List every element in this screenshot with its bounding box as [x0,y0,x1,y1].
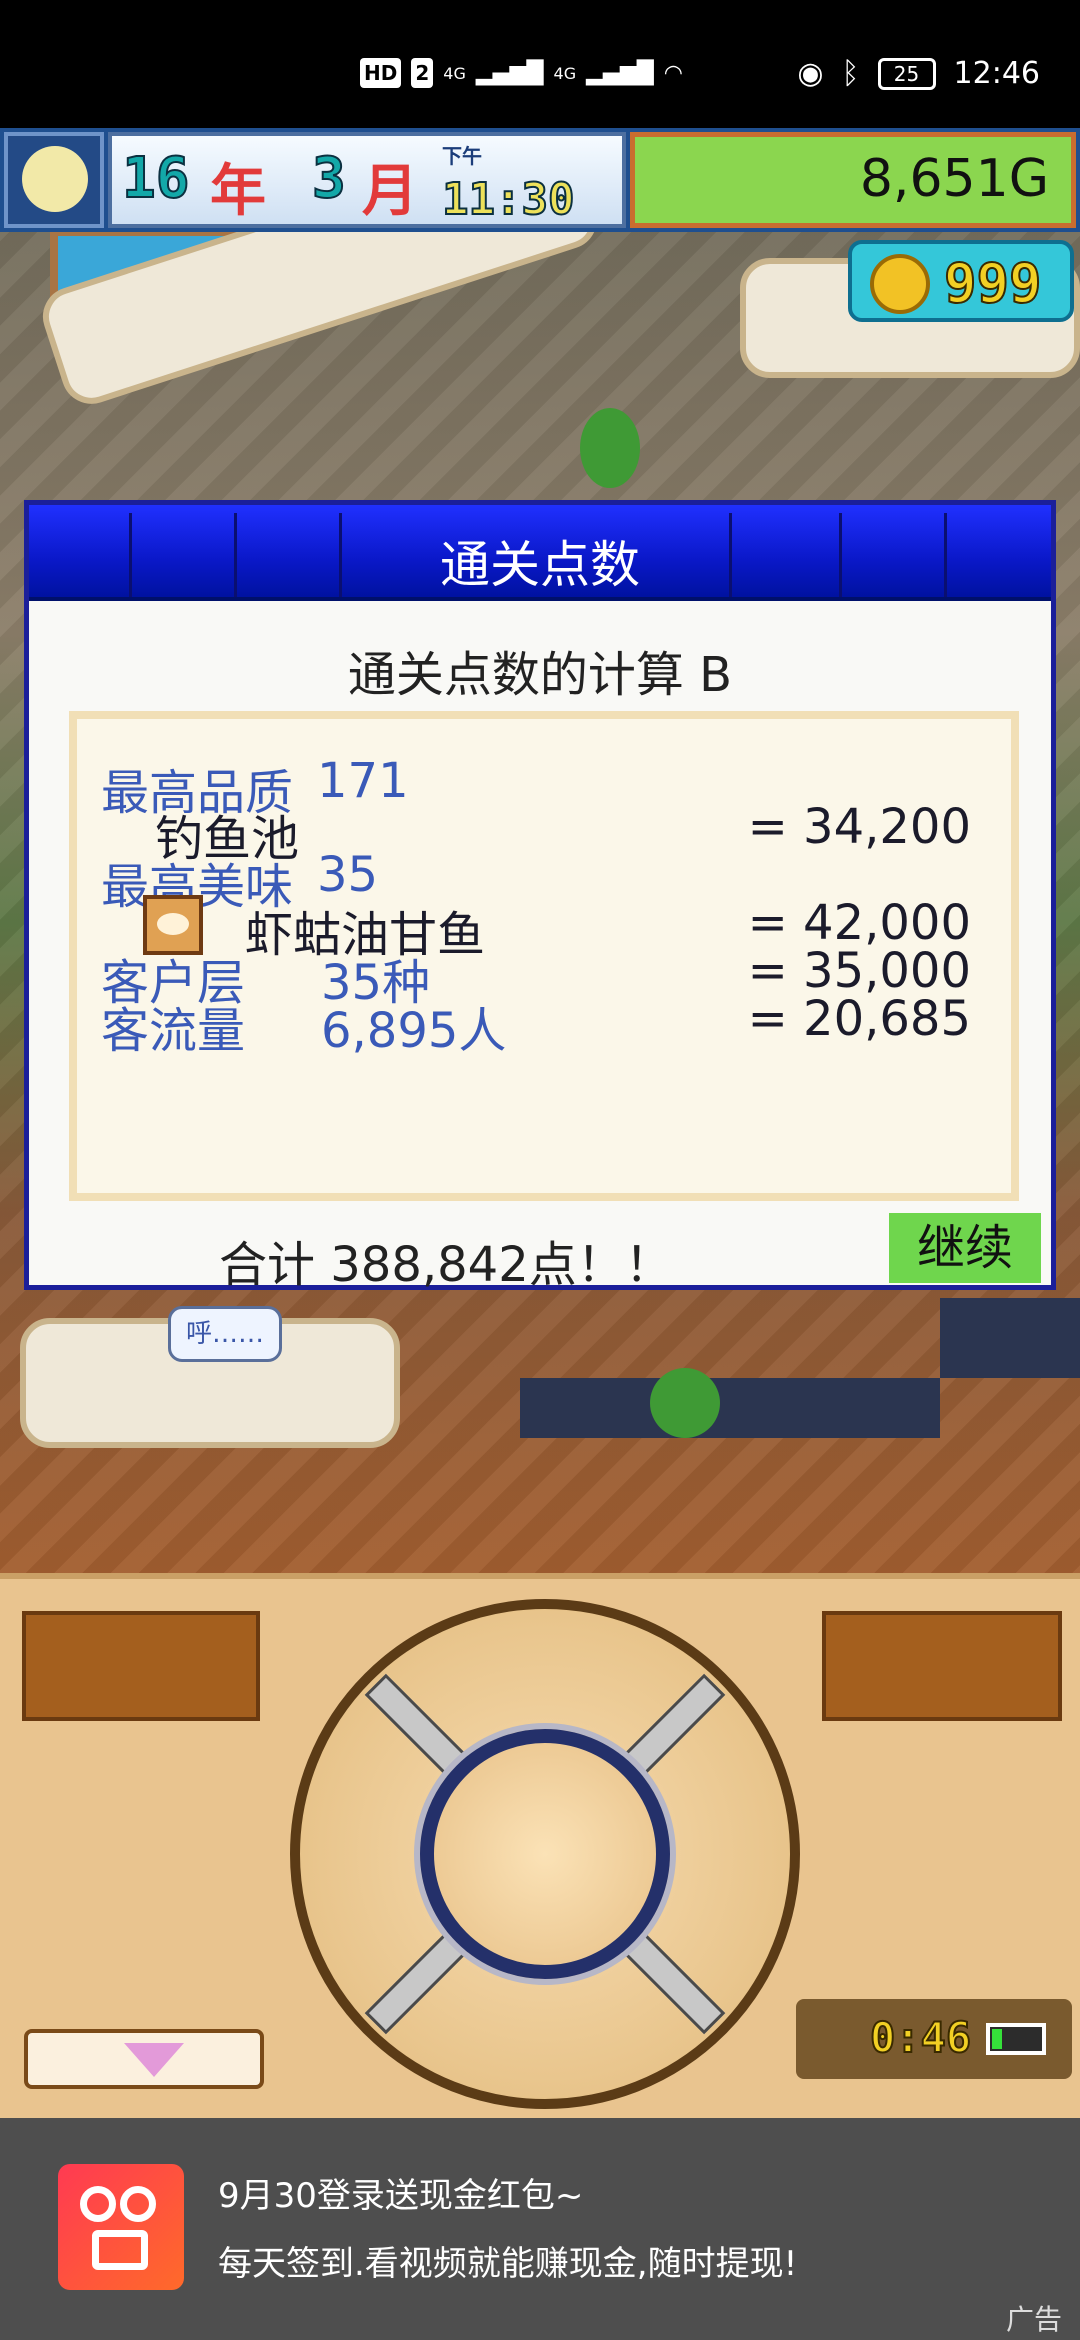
year-value: 16 [121,145,190,212]
menu-toggle-button[interactable] [24,2029,264,2089]
coin-value: 999 [943,251,1043,316]
status-left: HD 2 4G ▂▄▆█ 4G ▂▄▆█ ◠ [360,58,683,88]
signal-icon-2: 4G [553,63,577,83]
ad-banner[interactable]: 9月30登录送现金红包~ 每天签到.看视频就能赚现金,随时提现! 广告 [0,2118,1080,2340]
row-score: = 20,685 [747,991,971,1047]
speech-bubble: 呼…… [168,1306,282,1362]
sim-badge: 2 [411,58,434,88]
app-logo-icon [58,2164,184,2290]
tree-decoration [650,1368,720,1438]
hd-badge: HD [360,58,402,88]
tree-decoration [580,408,640,488]
dialog-title: 通关点数 [440,536,640,594]
session-timer: 0:46 [796,1999,1072,2079]
continue-button[interactable]: 继续 [889,1213,1041,1283]
signal-icon: 4G [443,63,466,83]
clock: 12:46 [953,56,1040,91]
row-value: 6,895人 [321,1003,507,1059]
dialog-header: 通关点数 [29,505,1051,601]
ad-headline: 9月30登录送现金红包~ [218,2176,584,2216]
battery-level [992,2029,1002,2049]
row-label: 客流量 [101,1003,246,1059]
total-score: 合计 388,842点！！ [219,1237,673,1293]
wifi-icon: ◠ [663,60,683,86]
coin-display[interactable]: 999 [848,240,1074,322]
left-action-button[interactable] [22,1611,260,1721]
right-action-button[interactable] [822,1611,1062,1721]
game-controller: 0:46 [0,1573,1080,2118]
status-bar: HD 2 4G ▂▄▆█ 4G ▂▄▆█ ◠ ◉ ᛒ 25 12:46 [0,0,1080,128]
year-unit: 年 [210,159,266,224]
signal-bars-icon-2: ▂▄▆█ [586,60,654,86]
timer-value: 0:46 [869,2012,972,2063]
coin-icon [870,254,930,314]
clear-points-dialog: 通关点数 通关点数的计算 B 最高品质 171 钓鱼池 = 34,200 最高美… [24,500,1056,1293]
period-label: 下午 [442,144,482,168]
directional-pad[interactable] [290,1599,800,2109]
eye-icon: ◉ [797,56,824,91]
score-breakdown: 最高品质 171 钓鱼池 = 34,200 最高美味 35 虾蛄油甘鱼 = 42… [69,711,1019,1201]
bluetooth-icon: ᛒ [841,56,860,91]
game-time: 11:30 [441,173,575,226]
logo-circle [120,2186,156,2222]
signal-bars-icon: ▂▄▆█ [475,60,544,86]
ad-tag: 广告 [1005,2303,1062,2336]
dialog-subtitle: 通关点数的计算 B [347,647,733,703]
logo-circle [80,2186,116,2222]
battery-icon: 25 [877,57,936,90]
top-hud: 16 年 3 月 下午 11:30 8,651G [0,128,1080,232]
score-row-traffic: 客流量 6,895人 = 20,685 [77,991,1011,1059]
time-of-day-indicator [4,132,104,228]
moon-icon [22,146,88,212]
month-value: 3 [311,145,347,212]
logo-camera [92,2230,148,2270]
roof-decoration [940,1298,1080,1378]
dpad-center-button[interactable] [420,1729,670,1979]
status-right: ◉ ᛒ 25 12:46 [797,56,1040,91]
battery-icon [986,2023,1046,2055]
money-value: 8,651G [859,149,1049,209]
roof-decoration [520,1378,940,1438]
ad-description: 每天签到.看视频就能赚现金,随时提现! [218,2244,798,2284]
date-display: 16 年 3 月 下午 11:30 [108,132,626,228]
money-display: 8,651G [630,132,1076,228]
down-arrow-icon [124,2043,184,2077]
month-unit: 月 [362,159,418,224]
